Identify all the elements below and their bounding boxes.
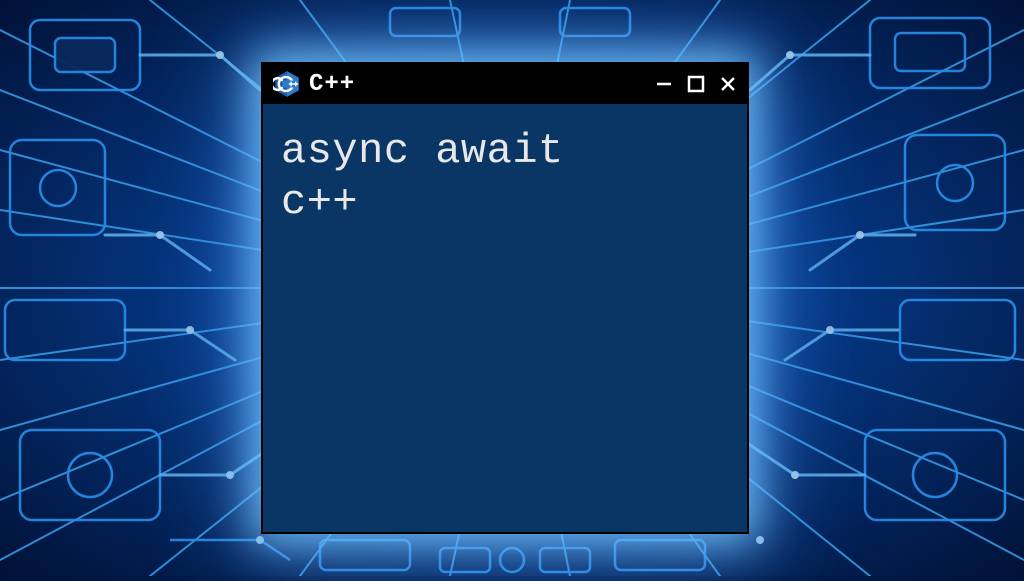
window-title: C++ (309, 71, 645, 98)
terminal-content: async await c++ (281, 126, 729, 228)
close-button[interactable] (717, 73, 739, 95)
maximize-button[interactable] (685, 73, 707, 95)
window-controls (653, 73, 739, 95)
window-body: async await c++ (263, 104, 747, 532)
titlebar[interactable]: C++ (263, 64, 747, 104)
terminal-window: C++ async await c++ (261, 62, 749, 534)
minimize-button[interactable] (653, 73, 675, 95)
cpp-logo-icon (273, 70, 301, 98)
